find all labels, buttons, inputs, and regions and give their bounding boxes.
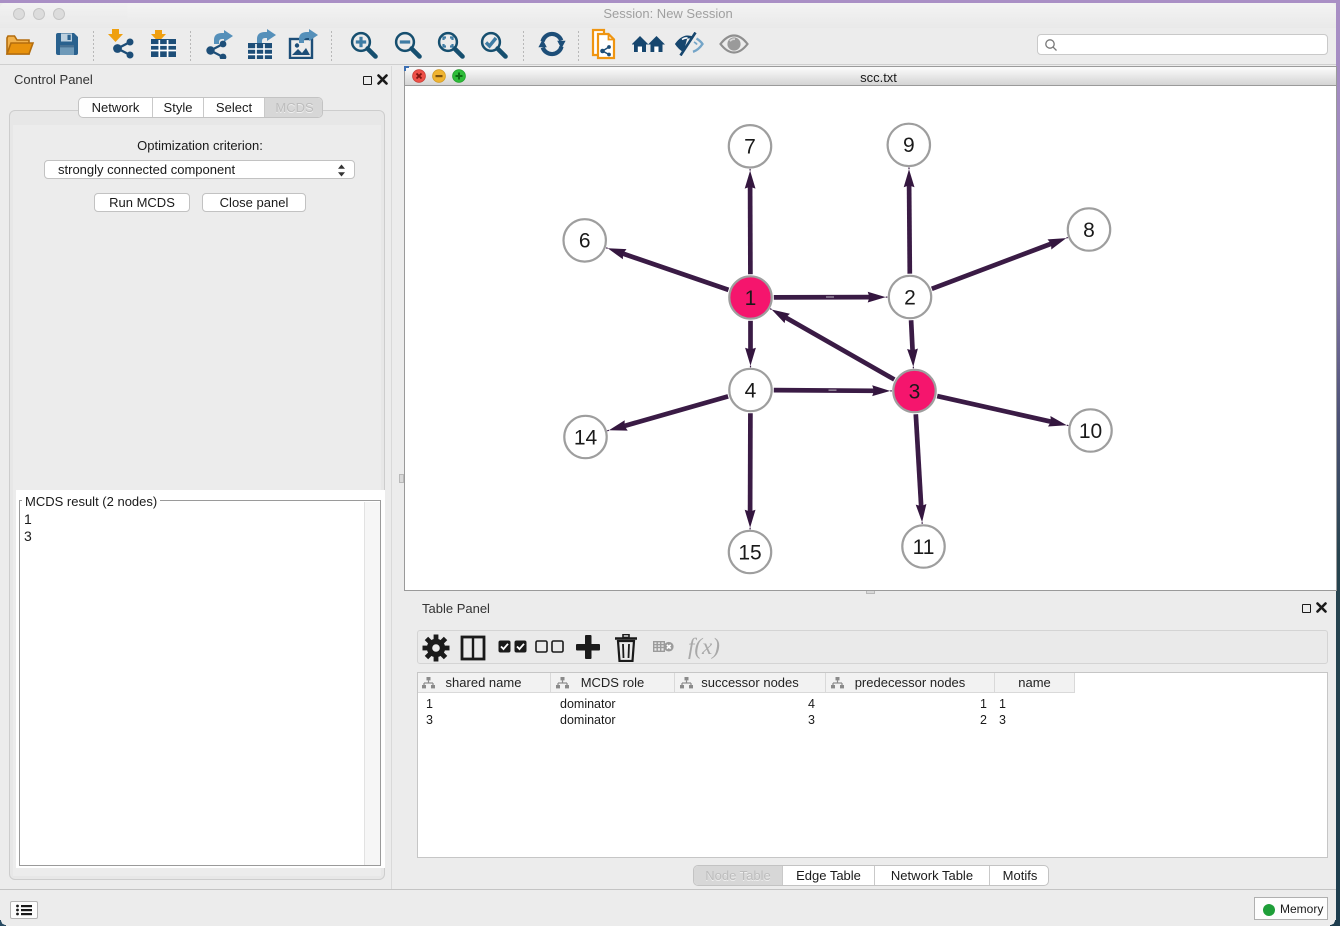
svg-text:10: 10	[1079, 420, 1102, 443]
svg-text:7: 7	[744, 136, 756, 159]
svg-text:15: 15	[738, 541, 761, 564]
svg-text:9: 9	[903, 134, 915, 157]
svg-text:4: 4	[745, 379, 757, 402]
svg-text:14: 14	[574, 426, 598, 449]
svg-text:3: 3	[909, 380, 921, 403]
svg-text:11: 11	[913, 536, 935, 559]
svg-text:1: 1	[745, 287, 757, 310]
svg-text:8: 8	[1083, 219, 1095, 242]
svg-text:2: 2	[904, 286, 916, 309]
svg-text:6: 6	[579, 230, 591, 253]
